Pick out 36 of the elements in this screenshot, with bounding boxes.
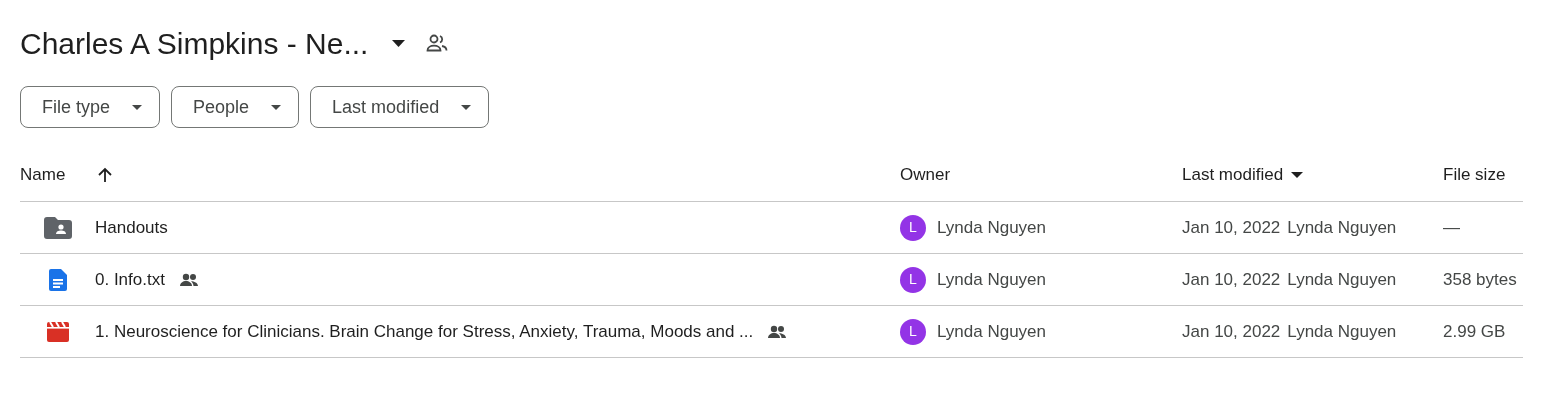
modified-date: Jan 10, 2022 <box>1182 320 1281 343</box>
file-size: — <box>1443 217 1460 237</box>
avatar: L <box>900 318 926 345</box>
modified-date: Jan 10, 2022 <box>1182 268 1281 291</box>
file-name[interactable]: Handouts <box>95 214 168 241</box>
modified-by: Lynda Nguyen <box>1287 268 1397 291</box>
filter-chip[interactable]: People <box>171 86 300 128</box>
owner-name: Lynda Nguyen <box>937 268 1046 291</box>
owner-name: Lynda Nguyen <box>937 216 1046 239</box>
column-header[interactable]: File size <box>1443 161 1506 188</box>
avatar: L <box>900 266 926 293</box>
sort-arrow-icon[interactable] <box>97 166 114 183</box>
filter-chip[interactable]: File type <box>20 86 161 128</box>
caret-icon <box>461 104 472 110</box>
document-icon <box>48 268 67 291</box>
avatar: L <box>900 214 926 241</box>
file-name[interactable]: 0. Info.txt <box>95 266 165 293</box>
column-header[interactable]: Owner <box>900 161 951 188</box>
caret-icon <box>132 104 143 110</box>
folder-title: Charles A Simpkins - Ne... <box>20 25 369 62</box>
file-size: 358 bytes <box>1443 269 1517 289</box>
modified-date: Jan 10, 2022 <box>1182 216 1281 239</box>
people-icon[interactable] <box>426 34 449 52</box>
modified-by: Lynda Nguyen <box>1287 216 1397 239</box>
filter-chip[interactable]: Last modified <box>310 86 490 128</box>
caret-icon[interactable] <box>1291 171 1304 178</box>
file-size: 2.99 GB <box>1443 321 1506 341</box>
modified-by: Lynda Nguyen <box>1287 320 1397 343</box>
caret-icon <box>271 104 282 110</box>
column-header[interactable]: Last modified <box>1182 161 1284 188</box>
video-icon <box>46 321 69 342</box>
column-header[interactable]: Name <box>20 161 66 188</box>
shared-folder-icon <box>43 216 72 239</box>
caret-icon <box>391 39 405 47</box>
owner-name: Lynda Nguyen <box>937 320 1046 343</box>
file-name[interactable]: 1. Neuroscience for Clinicians. Brain Change for Stress, Anxiety, Trauma, Moods and ... <box>95 318 754 345</box>
